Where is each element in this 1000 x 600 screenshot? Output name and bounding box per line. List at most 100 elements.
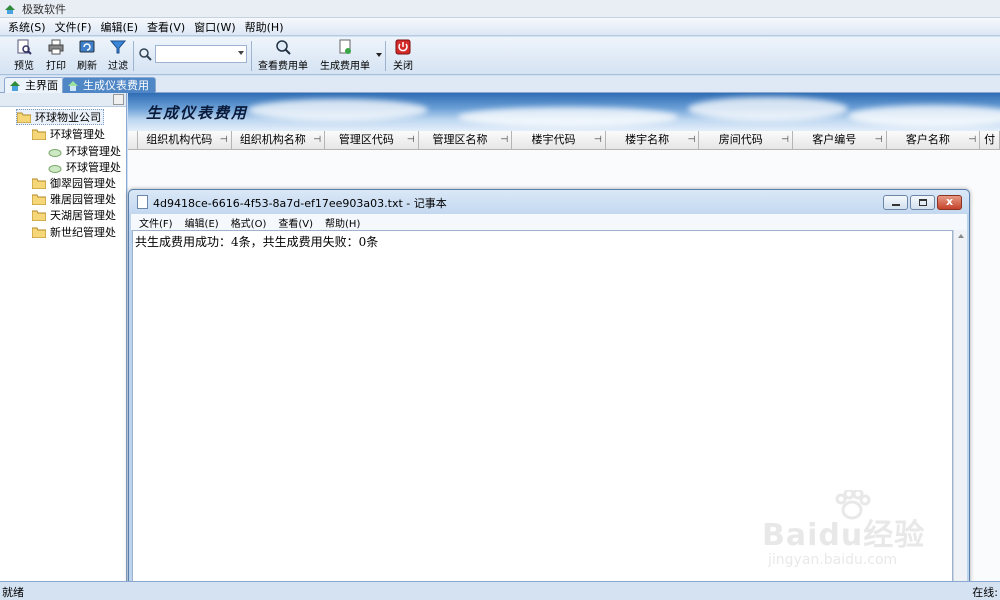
pin-icon[interactable]: ⊣ — [968, 131, 976, 149]
column-header[interactable]: 客户名称 ⊣ — [887, 131, 981, 149]
text-document-icon — [137, 195, 148, 209]
column-header-label: 楼宇名称 — [625, 133, 670, 146]
pin-icon[interactable]: ⊣ — [688, 131, 696, 149]
view-bill-button[interactable]: 查看费用单 — [256, 39, 310, 73]
preview-button[interactable]: 预览 — [12, 39, 36, 73]
tree-node[interactable]: 雅居园管理处 — [32, 191, 116, 207]
column-header-label: 付 — [984, 133, 996, 146]
tree-node-label: 环球管理处 — [66, 145, 121, 158]
cloud-decoration — [688, 97, 848, 121]
column-header[interactable]: 组织机构名称 ⊣ — [232, 131, 326, 149]
generate-bill-label: 生成费用单 — [320, 61, 370, 72]
tree-root[interactable]: 环球物业公司 — [16, 109, 104, 125]
tab-label: 生成仪表费用 — [83, 79, 149, 92]
tree-node[interactable]: 环球管理处 — [48, 159, 121, 175]
search-input[interactable] — [156, 46, 234, 62]
home-icon — [68, 81, 78, 91]
app-title: 极致软件 — [22, 2, 66, 16]
column-header[interactable]: 管理区名称 ⊣ — [419, 131, 513, 149]
cloud-decoration — [848, 105, 1000, 127]
tree-node[interactable]: 新世纪管理处 — [32, 224, 116, 240]
close-button[interactable]: 关闭 — [391, 39, 415, 73]
app-logo-icon — [5, 4, 15, 14]
toolbar-separator — [133, 41, 134, 71]
tree-node[interactable]: 天湖居管理处 — [32, 207, 116, 223]
print-button[interactable]: 打印 — [44, 39, 68, 73]
tree-node-label: 新世纪管理处 — [50, 226, 116, 239]
tree-node[interactable]: 御翠园管理处 — [32, 175, 116, 191]
document-tab-strip: 主界面 生成仪表费用 — [0, 76, 1000, 93]
menu-view[interactable]: 查看(V) — [147, 19, 185, 35]
filter-icon — [110, 40, 126, 54]
column-header[interactable]: 客户编号 ⊣ — [793, 131, 887, 149]
toolbar-separator — [251, 41, 252, 71]
pin-icon[interactable]: ⊣ — [875, 131, 883, 149]
menu-edit[interactable]: 编辑(E) — [101, 19, 139, 35]
notepad-menu-help[interactable]: 帮助(H) — [325, 215, 360, 230]
column-header[interactable]: 付 — [980, 131, 1000, 149]
watermark: Baidu经验 jingyan.baidu.com — [762, 490, 962, 580]
filter-label: 过滤 — [108, 61, 128, 72]
notepad-menu-format[interactable]: 格式(O) — [231, 215, 267, 230]
notepad-menu-edit[interactable]: 编辑(E) — [185, 215, 219, 230]
generate-bill-button[interactable]: 生成费用单 — [318, 39, 372, 73]
menu-file[interactable]: 文件(F) — [55, 19, 92, 35]
maximize-button[interactable] — [910, 195, 935, 210]
refresh-button[interactable]: 刷新 — [75, 39, 99, 73]
pin-icon[interactable]: ⊣ — [500, 131, 508, 149]
home-icon — [10, 81, 20, 91]
pin-icon[interactable]: ⊣ — [407, 131, 415, 149]
magnifier-icon — [276, 40, 291, 55]
column-header-label: 房间代码 — [718, 133, 763, 146]
notepad-title-bar[interactable]: 4d9418ce-6616-4f53-8a7d-ef17ee903a03.txt… — [129, 190, 969, 214]
watermark-url: jingyan.baidu.com — [768, 552, 898, 568]
tree-node-label: 天湖居管理处 — [50, 209, 116, 222]
filter-button[interactable]: 过滤 — [106, 39, 130, 73]
notepad-menu-file[interactable]: 文件(F) — [139, 215, 173, 230]
folder-icon — [32, 227, 46, 238]
menu-system[interactable]: 系统(S) — [8, 19, 46, 35]
tab-generate-meter-fee[interactable]: 生成仪表费用 — [62, 77, 156, 93]
preview-label: 预览 — [14, 61, 34, 72]
folder-icon — [17, 112, 31, 123]
chevron-down-icon[interactable] — [238, 51, 244, 55]
cloud-decoration — [458, 107, 678, 127]
printer-icon — [48, 39, 64, 55]
tab-main-interface[interactable]: 主界面 — [4, 77, 65, 93]
refresh-label: 刷新 — [77, 61, 97, 72]
status-online: 在线: — [972, 586, 998, 599]
tree-node-label: 环球管理处 — [50, 128, 105, 141]
menu-window[interactable]: 窗口(W) — [194, 19, 235, 35]
title-bar: 极致软件 — [0, 0, 1000, 18]
column-header-label: 组织机构名称 — [239, 133, 306, 146]
minimize-button[interactable] — [883, 195, 908, 210]
column-header-label: 客户名称 — [905, 133, 950, 146]
pin-icon[interactable]: ⊣ — [313, 131, 321, 149]
maximize-icon — [919, 199, 927, 206]
column-header[interactable]: 组织机构代码 ⊣ — [138, 131, 232, 149]
tree-root-label: 环球物业公司 — [35, 111, 101, 124]
search-combobox[interactable] — [155, 45, 247, 63]
column-header[interactable]: 楼宇代码 ⊣ — [512, 131, 606, 149]
menu-help[interactable]: 帮助(H) — [245, 19, 284, 35]
tree-node[interactable]: 环球管理处 — [48, 143, 121, 159]
column-header[interactable]: 楼宇名称 ⊣ — [606, 131, 700, 149]
pin-icon[interactable]: ⊣ — [594, 131, 602, 149]
pin-icon[interactable]: ⊣ — [781, 131, 789, 149]
scroll-up-icon[interactable] — [958, 234, 964, 238]
close-label: 关闭 — [393, 61, 413, 72]
pin-icon[interactable]: ⊣ — [220, 131, 228, 149]
column-header[interactable]: 房间代码 ⊣ — [699, 131, 793, 149]
status-ready: 就绪 — [2, 586, 24, 599]
tree-node[interactable]: 环球管理处 — [32, 126, 105, 142]
column-header[interactable]: 管理区代码 ⊣ — [325, 131, 419, 149]
generate-dropdown-arrow-icon[interactable] — [376, 53, 382, 57]
pin-icon[interactable] — [113, 94, 124, 105]
cloud-leaf-icon — [48, 148, 62, 157]
preview-icon — [17, 39, 32, 55]
notepad-content: 共生成费用成功：4条，共生成费用失败：0条 — [135, 235, 379, 249]
status-bar: 就绪 在线: — [0, 581, 1000, 600]
window-close-button[interactable]: x — [937, 195, 962, 210]
notepad-menu-view[interactable]: 查看(V) — [278, 215, 313, 230]
tree-panel-header — [0, 93, 126, 107]
